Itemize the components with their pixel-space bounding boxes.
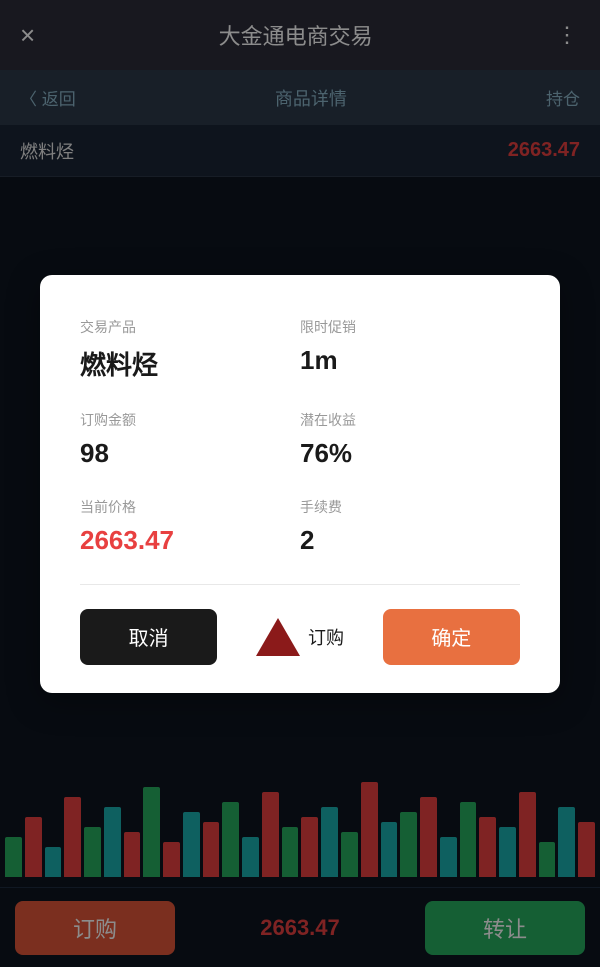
dialog-amount-cell: 订购金额 98 [80, 400, 300, 487]
dialog-profit-cell: 潜在收益 76% [300, 400, 520, 487]
dialog-fee-cell: 手续费 2 [300, 487, 520, 574]
dialog-curprice-cell: 当前价格 2663.47 [80, 487, 300, 574]
confirm-button[interactable]: 确定 [383, 609, 520, 665]
product-value: 燃料烃 [80, 345, 300, 382]
dialog-divider [80, 584, 520, 585]
fee-label: 手续费 [300, 497, 520, 517]
dialog-grid: 交易产品 燃料烃 限时促销 1m 订购金额 98 潜在收益 76% 当前价格 2… [80, 307, 520, 574]
curprice-label: 当前价格 [80, 497, 300, 517]
amount-label: 订购金额 [80, 410, 300, 430]
product-label: 交易产品 [80, 317, 300, 337]
amount-value: 98 [80, 438, 300, 469]
curprice-value: 2663.47 [80, 525, 300, 556]
promo-value: 1m [300, 345, 520, 376]
promo-label: 限时促销 [300, 317, 520, 337]
triangle-icon [256, 618, 300, 656]
fee-value: 2 [300, 525, 520, 556]
profit-value: 76% [300, 438, 520, 469]
dialog-actions: 取消 订购 确定 [80, 609, 520, 665]
cancel-button[interactable]: 取消 [80, 609, 217, 665]
profit-label: 潜在收益 [300, 410, 520, 430]
dialog-promo-cell: 限时促销 1m [300, 307, 520, 400]
dialog: 交易产品 燃料烃 限时促销 1m 订购金额 98 潜在收益 76% 当前价格 2… [40, 275, 560, 693]
subscribe-label: 订购 [308, 624, 344, 650]
dialog-product-label-cell: 交易产品 燃料烃 [80, 307, 300, 400]
subscribe-section: 订购 [231, 618, 368, 656]
overlay: 交易产品 燃料烃 限时促销 1m 订购金额 98 潜在收益 76% 当前价格 2… [0, 0, 600, 967]
